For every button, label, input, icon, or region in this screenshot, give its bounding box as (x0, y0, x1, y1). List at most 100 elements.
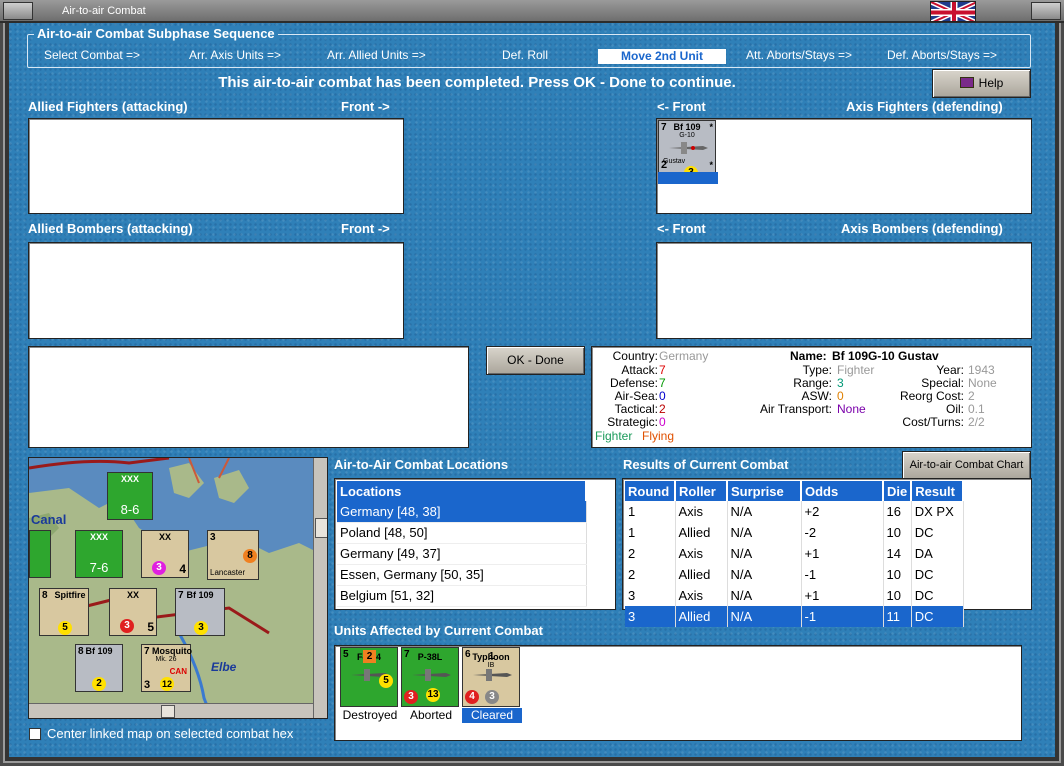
title-bar[interactable]: Air-to-air Combat (0, 0, 1064, 23)
results-row[interactable]: 3 Axis N/A +1 10 DC (625, 585, 964, 606)
affected-unit[interactable]: 5F4F-425Destroyed (340, 647, 400, 737)
counter-name: XXX (120, 474, 139, 484)
results-cell: Allied (675, 522, 728, 543)
plane-icon (412, 669, 451, 681)
affected-unit[interactable]: 6 Typhoon IB 1 4 3 Cleared (462, 647, 522, 737)
location-row[interactable]: Poland [48, 50] (337, 522, 587, 544)
map-counter-bf109-b[interactable]: 8 Bf 109 2 (75, 644, 123, 692)
cost-label: Cost/Turns: (902, 415, 964, 429)
map-counter-edge[interactable] (29, 530, 51, 578)
center-map-checkbox[interactable] (29, 728, 41, 740)
map-counter-mosquito[interactable]: 7 Mosquito Mk. 26 CAN 3 12 (141, 644, 192, 692)
ok-done-button[interactable]: OK - Done (486, 346, 585, 375)
map-counter-corps-b[interactable]: XXX 7-6 (75, 530, 123, 578)
counter-value: 8-6 (120, 502, 140, 517)
airsea-label: Air-Sea: (614, 389, 658, 403)
affected-heading: Units Affected by Current Combat (334, 623, 543, 638)
results-column-odds[interactable]: Odds (801, 481, 884, 501)
special-label: Special: (921, 376, 964, 390)
help-button[interactable]: Help (932, 69, 1031, 98)
axis-fighter-counter[interactable]: 7 Bf 109 * G-10 Gustav 2 3 * (658, 120, 718, 184)
results-row[interactable]: 1 Allied N/A -2 10 DC (625, 522, 964, 543)
results-column-roller[interactable]: Roller (675, 481, 728, 501)
affected-unit[interactable]: 7 P-38L 13 3 Aborted (401, 647, 461, 737)
defense-label: Defense: (609, 376, 658, 390)
asw-value: 0 (837, 389, 844, 403)
map-counter-lancaster[interactable]: 3 Lancaster 8 (207, 530, 259, 580)
map-hscroll-thumb[interactable] (161, 705, 175, 718)
allied-bombers-pane[interactable] (28, 242, 404, 339)
system-menu-button[interactable] (3, 2, 33, 20)
year-label: Year: (936, 363, 964, 377)
results-cell: -2 (801, 522, 884, 543)
map-horizontal-scrollbar[interactable] (29, 703, 313, 718)
uk-flag-icon (930, 1, 976, 22)
affected-unit-counter[interactable]: 6 Typhoon IB 1 4 3 (462, 647, 520, 707)
step-arr-axis: Arr. Axis Units => (189, 48, 282, 62)
results-cell: DC (911, 585, 964, 606)
locations-column-header[interactable]: Locations (337, 481, 587, 501)
map-counter-spitfire[interactable]: 8 Spitfire 5 (39, 588, 89, 636)
results-cell: 2 (625, 543, 676, 564)
phase-sequence-title: Air-to-air Combat Subphase Sequence (34, 26, 278, 41)
results-cell: 3 (625, 606, 676, 627)
map-counter-division-b[interactable]: XX 3 5 (109, 588, 157, 636)
results-cell: DC (911, 522, 964, 543)
results-cell: +2 (801, 501, 884, 522)
tactical-value: 2 (659, 402, 666, 416)
step-def-roll: Def. Roll (502, 48, 549, 62)
results-column-surprise[interactable]: Surprise (727, 481, 802, 501)
location-row[interactable]: Germany [48, 38] (337, 501, 587, 523)
results-row[interactable]: 3 Allied N/A -1 11 DC (625, 606, 964, 627)
map-counter-division[interactable]: XX 3 4 (141, 530, 189, 578)
location-row[interactable]: Essen, Germany [50, 35] (337, 564, 587, 586)
close-button[interactable] (1031, 2, 1061, 20)
counter-dot: 8 (243, 549, 257, 563)
plane-icon (473, 669, 512, 681)
location-cell: Poland [48, 50] (337, 522, 587, 544)
counter-value: 5 (147, 620, 154, 634)
results-cell: 2 (625, 564, 676, 585)
affected-unit-status: Aborted (409, 708, 453, 722)
range-value: 3 (837, 376, 844, 390)
map-counter-bf109-a[interactable]: 7 Bf 109 3 (175, 588, 225, 636)
allied-fighters-pane[interactable] (28, 118, 404, 214)
counter-top: 3 (210, 532, 216, 543)
counter-star-2: * (709, 160, 713, 170)
results-column-die[interactable]: Die (883, 481, 913, 501)
attack-label: Attack: (621, 363, 658, 377)
location-row[interactable]: Belgium [51, 32] (337, 585, 587, 607)
axis-fighters-pane[interactable]: 7 Bf 109 * G-10 Gustav 2 3 * (656, 118, 1032, 214)
results-row[interactable]: 1 Axis N/A +2 16 DX PX (625, 501, 964, 522)
allied-fighters-heading: Allied Fighters (attacking) (28, 99, 188, 114)
locations-list[interactable]: Locations Germany [48, 38] Poland [48, 50… (334, 478, 616, 610)
results-cell: 10 (883, 522, 912, 543)
location-row[interactable]: Germany [49, 37] (337, 543, 587, 565)
results-cell: 1 (625, 501, 676, 522)
counter-name: Spitfire (54, 590, 86, 600)
oil-value: 0.1 (968, 402, 985, 416)
map-vertical-scrollbar[interactable] (313, 458, 327, 718)
results-row[interactable]: 2 Axis N/A +1 14 DA (625, 543, 964, 564)
name-value: Bf 109G-10 Gustav (832, 349, 939, 363)
step-arr-allied: Arr. Allied Units => (327, 48, 426, 62)
map-counter-corps-a[interactable]: XXX 8-6 (107, 472, 153, 520)
results-column-round[interactable]: Round (625, 481, 676, 501)
linked-map[interactable]: Canal Elbe XXX 8-6 XXX 7-6 XX 3 4 3 Lanc… (28, 457, 328, 719)
results-column-result[interactable]: Result (911, 481, 965, 501)
results-cell: DC (911, 606, 964, 627)
map-label-elbe: Elbe (211, 660, 237, 674)
counter-dot: 5 (379, 674, 393, 688)
affected-unit-counter[interactable]: 5F4F-425 (340, 647, 398, 707)
results-cell: -1 (801, 606, 884, 627)
book-icon (959, 77, 974, 88)
counter-name: Bf 109 (186, 590, 214, 600)
asw-label: ASW: (801, 389, 832, 403)
combat-chart-button[interactable]: Air-to-air Combat Chart (902, 451, 1031, 480)
results-row[interactable]: 2 Allied N/A -1 10 DC (625, 564, 964, 585)
type-label: Type: (802, 363, 832, 377)
affected-unit-counter[interactable]: 7 P-38L 13 3 (401, 647, 459, 707)
status-message: This air-to-air combat has been complete… (218, 74, 736, 91)
map-vscroll-thumb[interactable] (315, 518, 327, 538)
axis-bombers-pane[interactable] (656, 242, 1032, 339)
